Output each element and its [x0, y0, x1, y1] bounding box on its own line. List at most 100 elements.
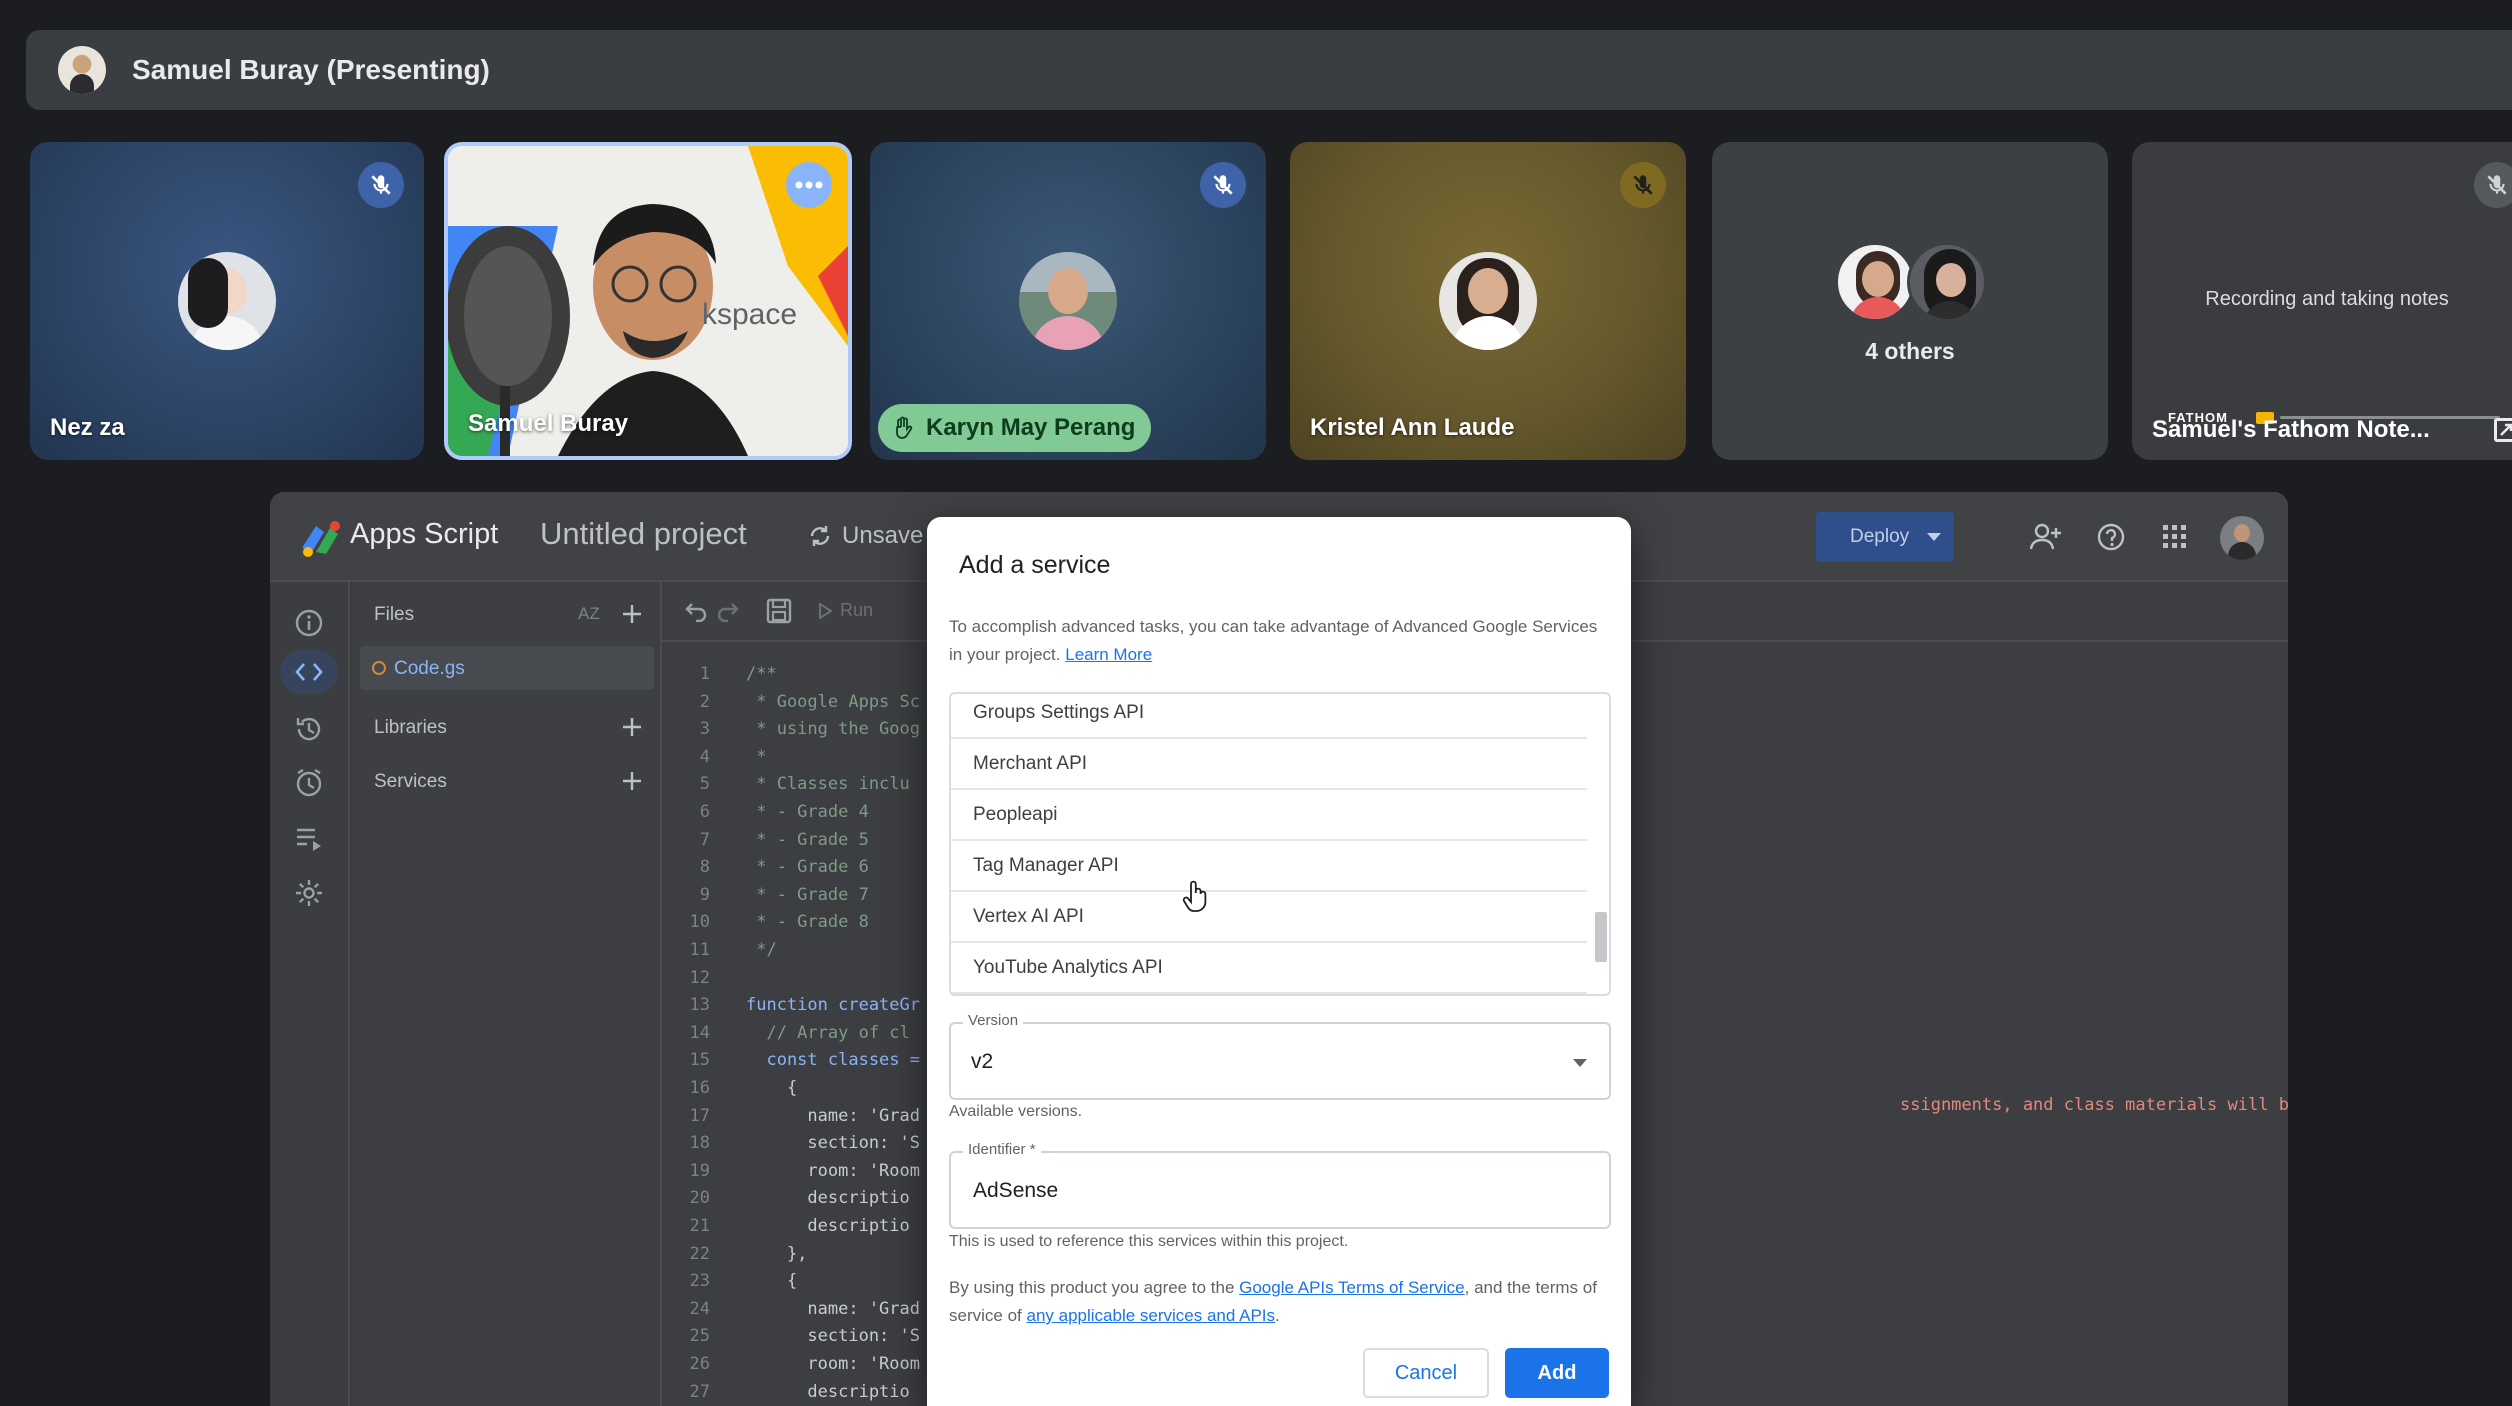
service-list-item[interactable]: Merchant API [951, 739, 1587, 790]
google-apis-terms-link[interactable]: Google APIs Terms of Service [1239, 1278, 1465, 1297]
history-icon[interactable] [294, 714, 324, 744]
avatar [1019, 252, 1117, 350]
line-number: 5 [699, 774, 710, 795]
raise-hand-badge: Karyn May Perang [878, 404, 1152, 452]
participant-name: Samuel Buray [468, 410, 629, 437]
code-text: name: 'Grad [746, 1298, 920, 1319]
recording-status: Recording and taking notes [2205, 288, 2449, 310]
avatar [58, 46, 106, 94]
line-number: 18 [689, 1133, 710, 1154]
line-number: 14 [689, 1022, 710, 1043]
line-number: 1 [699, 664, 710, 684]
avatar [178, 252, 276, 350]
applicable-services-terms-link[interactable]: any applicable services and APIs [1026, 1306, 1275, 1325]
participant-tile-nez-za[interactable]: Nez za [30, 142, 424, 460]
participant-tile-samuel-buray[interactable]: kspace Samuel Buray [444, 142, 852, 460]
overview-info-icon[interactable] [294, 608, 324, 638]
code-text: { [746, 1271, 798, 1292]
code-text: * [746, 746, 767, 767]
account-avatar[interactable] [2220, 516, 2264, 560]
more-options-button[interactable] [786, 162, 832, 208]
version-select[interactable]: Version v2 [949, 1012, 1611, 1100]
save-icon[interactable] [766, 598, 792, 624]
triggers-clock-icon[interactable] [294, 768, 324, 798]
cancel-button[interactable]: Cancel [1363, 1348, 1489, 1398]
sort-button[interactable]: AZ [578, 604, 600, 624]
participant-tile-others[interactable]: 4 others [1712, 142, 2108, 460]
line-number: 7 [699, 829, 710, 850]
add-button[interactable]: Add [1505, 1348, 1609, 1398]
help-icon[interactable] [2096, 522, 2126, 552]
run-play-icon[interactable] [818, 603, 832, 619]
identifier-field[interactable]: Identifier * AdSense [949, 1141, 1611, 1229]
code-text: name: 'Grad [746, 1105, 920, 1126]
line-number: 25 [689, 1326, 710, 1347]
code-string-fragment: ssignments, and class materials will be … [1900, 1095, 2288, 1115]
code-text: // Array of cl [746, 1022, 910, 1043]
code-text: { [746, 1078, 798, 1098]
deploy-button[interactable]: Deploy [1816, 512, 1954, 562]
service-list-item[interactable]: Peopleapi [951, 790, 1587, 841]
mic-muted-icon [2474, 162, 2512, 208]
service-list[interactable]: Groups Settings API Merchant API Peopleapi… [949, 692, 1611, 996]
dialog-description: To accomplish advanced tasks, you can ta… [949, 613, 1609, 669]
run-button-label[interactable]: Run [840, 600, 873, 621]
unsaved-status: Unsave [842, 522, 924, 549]
app-name[interactable]: Apps Script [350, 518, 498, 551]
learn-more-link[interactable]: Learn More [1065, 645, 1152, 664]
video-overlay-text: kspace [702, 298, 798, 331]
participant-tile-karyn-may-perang[interactable]: Karyn May Perang [870, 142, 1266, 460]
undo-icon[interactable] [684, 600, 708, 622]
code-text: */ [746, 940, 777, 960]
code-text: * Classes inclu [746, 774, 910, 795]
code-text: descriptio [746, 1188, 910, 1209]
participant-tile-fathom-notetaker[interactable]: Recording and taking notes FATHOM Samuel… [2132, 142, 2512, 460]
service-list-item[interactable]: YouTube Analytics API [951, 943, 1587, 994]
apps-grid-icon[interactable] [2162, 524, 2188, 550]
line-number: 17 [689, 1105, 710, 1126]
avatar [1439, 252, 1537, 350]
code-text: section: 'S [746, 1133, 920, 1154]
terms-text-post: . [1275, 1306, 1280, 1325]
service-list-item[interactable]: Vertex AI API [951, 892, 1587, 943]
dialog-title: Add a service [959, 551, 1111, 579]
executions-icon[interactable] [294, 824, 324, 852]
navigation-rail [270, 582, 350, 1406]
line-number: 4 [699, 746, 710, 767]
file-item-code-gs[interactable]: Code.gs [360, 646, 654, 690]
participant-name: Kristel Ann Laude [1310, 414, 1515, 441]
redo-icon[interactable] [716, 600, 740, 622]
code-editor-icon[interactable] [294, 658, 324, 686]
version-label: Version [963, 1012, 1024, 1029]
pop-out-icon[interactable] [2494, 418, 2512, 442]
add-service-icon[interactable] [620, 769, 644, 793]
code-text: descriptio [746, 1381, 910, 1402]
settings-gear-icon[interactable] [294, 878, 324, 908]
code-text: section: 'S [746, 1326, 920, 1347]
participant-tile-kristel-ann-laude[interactable]: Kristel Ann Laude [1290, 142, 1686, 460]
code-text: }, [746, 1243, 808, 1264]
line-number: 21 [689, 1216, 710, 1236]
line-number: 6 [699, 802, 710, 822]
line-number: 20 [689, 1188, 710, 1209]
line-number: 3 [699, 719, 710, 740]
add-person-icon[interactable] [2030, 522, 2062, 552]
line-number: 16 [689, 1078, 710, 1098]
libraries-heading: Libraries [374, 717, 447, 738]
code-text: * - Grade 4 [746, 802, 869, 822]
unsaved-dot-icon [372, 661, 386, 675]
others-count: 4 others [1865, 338, 1955, 364]
identifier-value: AdSense [973, 1179, 1059, 1202]
project-title[interactable]: Untitled project [540, 516, 747, 552]
code-text: /** [746, 664, 777, 684]
line-number: 8 [699, 857, 710, 878]
service-list-scrollbar[interactable] [1595, 912, 1607, 962]
terms-text: By using this product you agree to the G… [949, 1274, 1609, 1330]
service-list-item[interactable]: Groups Settings API [951, 694, 1587, 739]
service-list-item[interactable]: Tag Manager API [951, 841, 1587, 892]
add-service-dialog: Add a service To accomplish advanced tas… [927, 517, 1631, 1406]
add-file-icon[interactable] [620, 602, 644, 626]
presenting-bar: Samuel Buray (Presenting) [26, 30, 2512, 110]
add-library-icon[interactable] [620, 715, 644, 739]
code-text: * - Grade 6 [746, 857, 869, 878]
